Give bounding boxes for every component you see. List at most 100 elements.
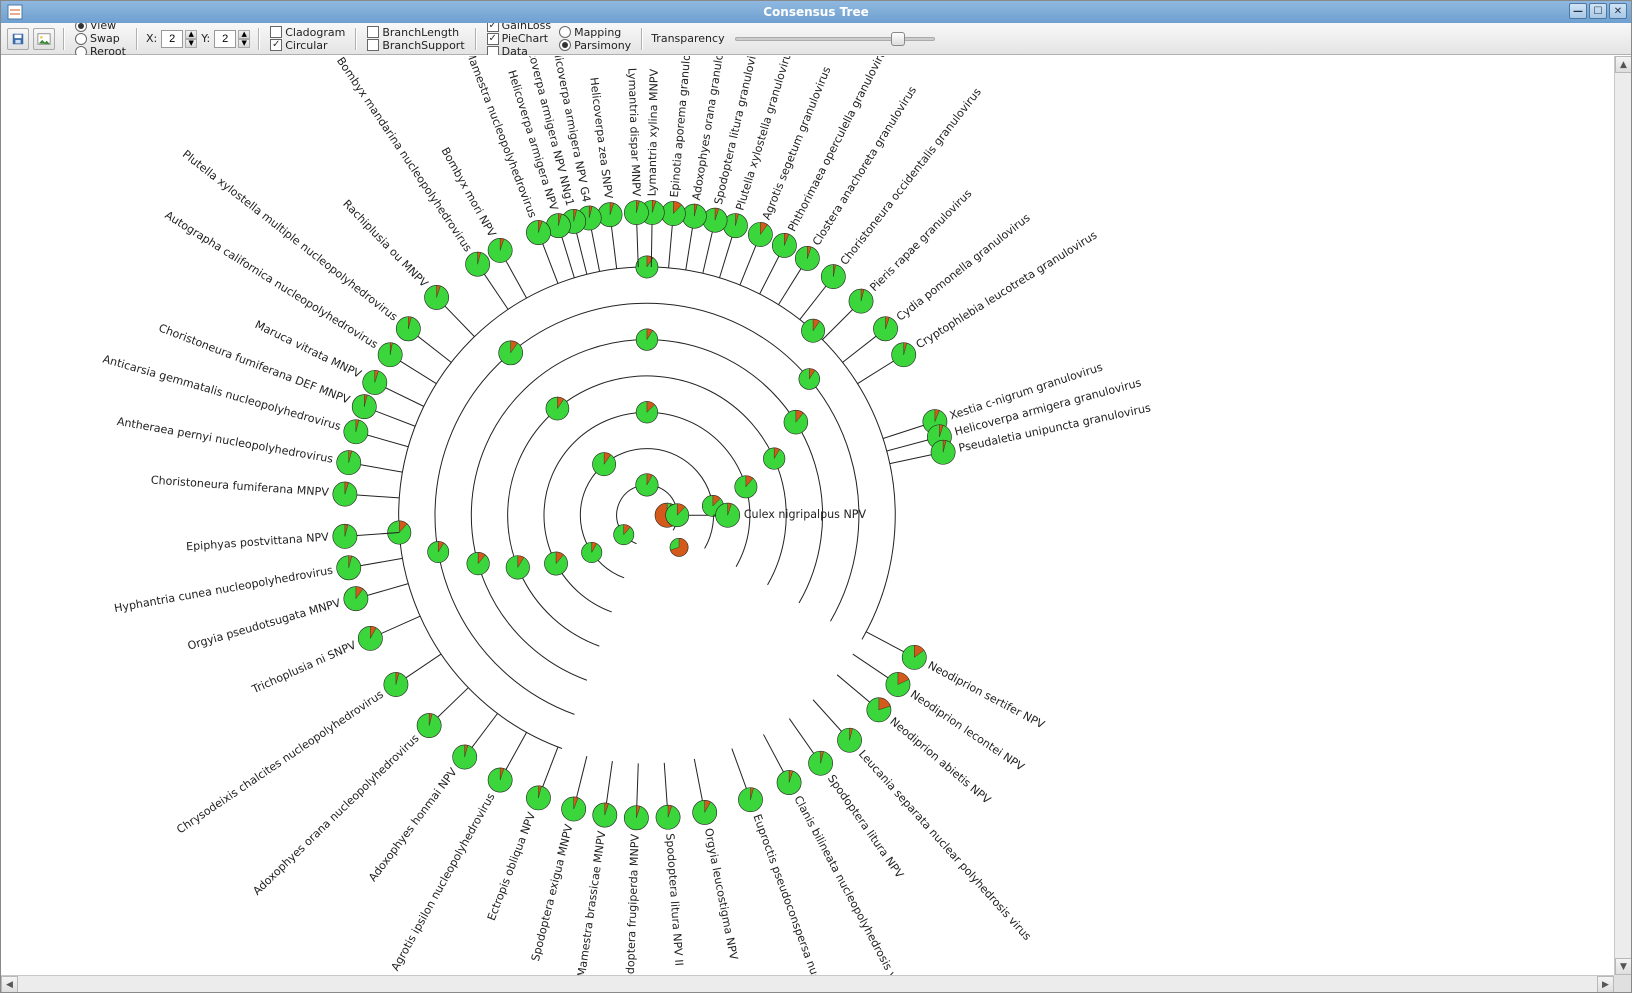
pie-chart-node (592, 453, 615, 476)
pie-chart-node (488, 768, 512, 792)
checkbox-icon (367, 26, 379, 38)
pie-chart-node (902, 645, 926, 669)
radio-label: Parsimony (574, 39, 631, 52)
pie-chart-node (344, 587, 368, 611)
toolbar-separator (355, 28, 357, 50)
pie-chart-node (801, 319, 824, 342)
minimize-button[interactable]: — (1569, 3, 1587, 19)
y-input[interactable] (214, 30, 236, 48)
y-spinner[interactable]: ▲▼ (214, 30, 250, 48)
titlebar[interactable]: Consensus Tree — ☐ ✕ (1, 1, 1631, 23)
pie-chart-node (546, 397, 569, 420)
y-down[interactable]: ▼ (238, 39, 250, 48)
taxon-label: Choristoneura fumiferana DEF MNPV (157, 321, 352, 406)
pie-chart-node (931, 440, 955, 464)
x-input[interactable] (161, 30, 183, 48)
scroll-right-button[interactable]: ▶ (1597, 976, 1614, 992)
scrollbar-horizontal[interactable]: ◀ ▶ (1, 975, 1614, 992)
pie-chart-node (624, 201, 648, 225)
check-cladogram[interactable]: Cladogram (268, 26, 347, 39)
pie-chart-node (682, 204, 706, 228)
x-label: X: (146, 32, 157, 45)
check-circular[interactable]: Circular (268, 39, 347, 52)
scroll-left-button[interactable]: ◀ (1, 976, 18, 992)
pie-chart-node (656, 805, 680, 829)
taxon-label: Euproctis pseudoconspersa nucleopolyhedr… (750, 813, 856, 985)
pie-chart-node (670, 538, 688, 556)
pie-chart-node (562, 797, 586, 821)
toolbar-separator (641, 28, 643, 50)
transparency-slider[interactable] (735, 32, 935, 46)
pie-chart-node (636, 401, 658, 423)
pie-chart-node (598, 203, 622, 227)
image-button[interactable] (33, 28, 55, 50)
radio-recon-mapping[interactable]: Mapping (557, 26, 633, 39)
pie-chart-node (593, 803, 617, 827)
taxon-label: Lymantria xylina MNPV (645, 68, 660, 196)
pie-chart-node (337, 451, 361, 475)
pie-chart-node (867, 698, 891, 722)
transparency-label: Transparency (651, 32, 724, 45)
radio-view-swap[interactable]: Swap (73, 32, 128, 45)
taxon-label: Choristoneura fumiferana MNPV (150, 474, 329, 499)
pie-chart-node (716, 503, 740, 527)
pie-chart-node (526, 786, 550, 810)
scroll-up-button[interactable]: ▲ (1615, 56, 1631, 73)
pie-chart-node (636, 474, 658, 496)
scroll-down-button[interactable]: ▼ (1615, 958, 1631, 975)
taxon-label: Spodoptera frugiperda MNPV (623, 833, 642, 984)
slider-track (735, 37, 935, 41)
pie-chart-node (581, 542, 601, 562)
picture-icon (37, 32, 51, 46)
x-down[interactable]: ▼ (185, 39, 197, 48)
save-button[interactable] (7, 28, 29, 50)
pie-chart-node (693, 800, 717, 824)
close-button[interactable]: ✕ (1609, 3, 1627, 19)
pie-chart-node (795, 246, 819, 270)
checkbox-label: Cladogram (285, 26, 345, 39)
check-branchsupport[interactable]: BranchSupport (365, 39, 466, 52)
taxon-label: Spodoptera litura NPV II (663, 833, 685, 966)
pie-chart-node (424, 285, 448, 309)
radio-icon (559, 39, 571, 51)
scrollbar-vertical[interactable]: ▲ ▼ (1614, 56, 1631, 975)
pie-chart-node (784, 410, 808, 434)
y-up[interactable]: ▲ (238, 30, 250, 39)
x-up[interactable]: ▲ (185, 30, 197, 39)
pie-chart-node (544, 552, 567, 575)
radio-label: Swap (90, 32, 120, 45)
pie-chart-node (506, 556, 530, 580)
pie-chart-node (666, 504, 689, 527)
scrollbar-corner (1614, 975, 1631, 992)
slider-thumb[interactable] (891, 32, 905, 46)
taxon-label: Culex nigripalpus NPV (744, 508, 867, 521)
check-branchlength[interactable]: BranchLength (365, 26, 466, 39)
taxon-label: Cydia pomonella granulovirus (894, 211, 1033, 324)
radio-recon-parsimony[interactable]: Parsimony (557, 39, 633, 52)
pie-chart-node (808, 751, 832, 775)
taxon-label: Mamestra brassicae MNPV (575, 830, 608, 978)
pie-chart-node (772, 233, 796, 257)
maximize-button[interactable]: ☐ (1589, 3, 1607, 19)
check-piechart[interactable]: PieChart (485, 32, 553, 45)
tree-canvas[interactable]: Culex nigripalpus NPVXestia c-nigrum gra… (1, 56, 1631, 985)
pie-chart-node (363, 370, 387, 394)
app-icon (7, 4, 23, 20)
taxon-label: Agrotis ipsilon nucleopolyhedrovirus (389, 791, 498, 974)
checkbox-label: PieChart (502, 32, 548, 45)
pie-chart-node (526, 220, 550, 244)
pie-chart-node (614, 525, 634, 545)
pie-chart-node (358, 626, 382, 650)
taxon-label: Orgyia leucostigma NPV (702, 827, 740, 961)
radio-label: Mapping (574, 26, 621, 39)
pie-chart-node (453, 745, 477, 769)
pie-chart-node (384, 672, 408, 696)
pie-chart-node (352, 395, 376, 419)
taxon-label: Trichoplusia ni SNPV (249, 638, 358, 696)
toolbar-separator (63, 28, 65, 50)
pie-chart-node (777, 770, 801, 794)
pie-chart-node (333, 482, 357, 506)
toolbar-separator (136, 28, 138, 50)
x-spinner[interactable]: ▲▼ (161, 30, 197, 48)
pie-chart-node (467, 552, 490, 575)
